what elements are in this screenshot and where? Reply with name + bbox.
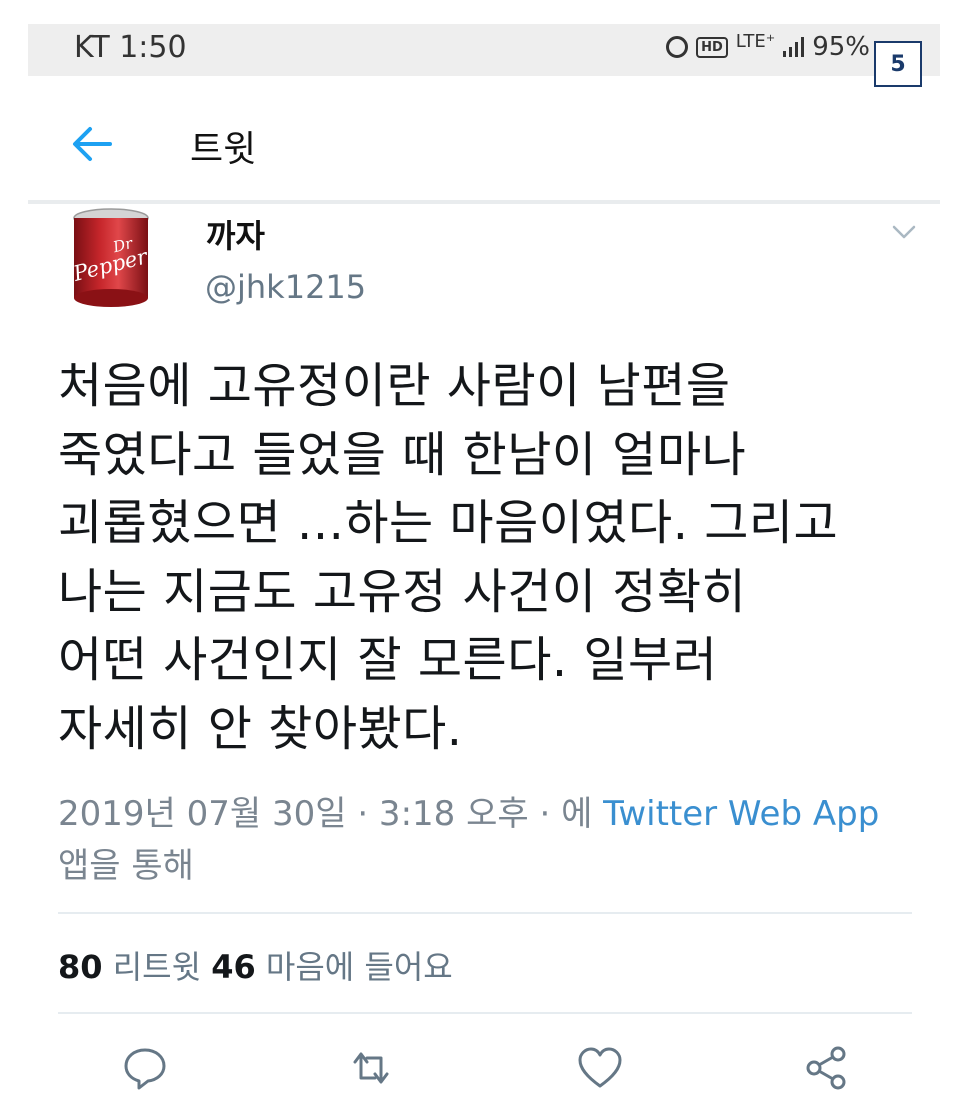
- divider: [58, 1012, 912, 1014]
- timestamp-text: 2019년 07월 30일 · 3:18 오후 · 에: [58, 794, 604, 834]
- chevron-down-icon[interactable]: [891, 222, 917, 242]
- alarm-icon: [666, 36, 689, 58]
- share-icon: [806, 1046, 846, 1090]
- retweet-button[interactable]: [347, 1044, 395, 1092]
- status-icons: HD LTE⁺ 95%: [666, 30, 870, 62]
- divider: [58, 912, 912, 914]
- status-bar: KT 1:50 HD LTE⁺ 95%: [28, 24, 940, 76]
- reply-button[interactable]: [121, 1044, 169, 1092]
- tweet-text-line: 나는 지금도 고유정 사건이 정확히: [58, 563, 747, 620]
- source-app-link[interactable]: Twitter Web App: [603, 794, 879, 834]
- like-label[interactable]: 마음에 들어요: [256, 948, 453, 986]
- battery-level: 95%: [812, 32, 870, 62]
- share-button[interactable]: [802, 1044, 850, 1092]
- tweet-stats: 80 리트윗 46 마음에 들어요: [58, 942, 453, 988]
- tweet-text-line: 자세히 안 찾아봤다.: [58, 700, 463, 757]
- page-number-badge: 5: [874, 41, 922, 87]
- tweet-text-line: 죽였다고 들었을 때 한남이 얼마나: [58, 426, 747, 483]
- hd-icon: HD: [696, 36, 728, 58]
- retweet-icon: [353, 1052, 389, 1084]
- display-name[interactable]: 까자: [206, 211, 265, 257]
- back-arrow-icon[interactable]: [70, 124, 114, 164]
- tweet-text: 처음에 고유정이란 사람이 남편을 죽였다고 들었을 때 한남이 얼마나 괴롭혔…: [58, 352, 938, 763]
- avatar[interactable]: Pepper Dr: [68, 204, 154, 310]
- source-suffix: 앱을 통해: [58, 846, 194, 886]
- tweet-text-line: 어떤 사건인지 잘 모른다. 일부러: [58, 632, 718, 688]
- like-count[interactable]: 46: [211, 948, 256, 986]
- page-title: 트윗: [190, 129, 257, 170]
- tweet-timestamp: 2019년 07월 30일 · 3:18 오후 · 에 Twitter Web …: [58, 786, 879, 835]
- carrier-time: KT 1:50: [74, 30, 187, 65]
- reply-icon: [124, 1048, 166, 1090]
- tweet-text-line: 괴롭혔으면 ...하는 마음이였다. 그리고: [58, 495, 839, 551]
- tweet-text-line: 처음에 고유정이란 사람이 남편을: [58, 358, 731, 414]
- top-bar: 트윗: [0, 100, 966, 190]
- retweet-count[interactable]: 80: [58, 948, 103, 986]
- network-indicator: LTE⁺: [735, 30, 776, 52]
- retweet-label[interactable]: 리트윗: [103, 948, 212, 986]
- user-handle[interactable]: @jhk1215: [205, 268, 366, 306]
- like-button[interactable]: [576, 1044, 624, 1092]
- heart-icon: [578, 1047, 622, 1088]
- signal-icon: [783, 37, 805, 57]
- header-divider: [28, 200, 940, 204]
